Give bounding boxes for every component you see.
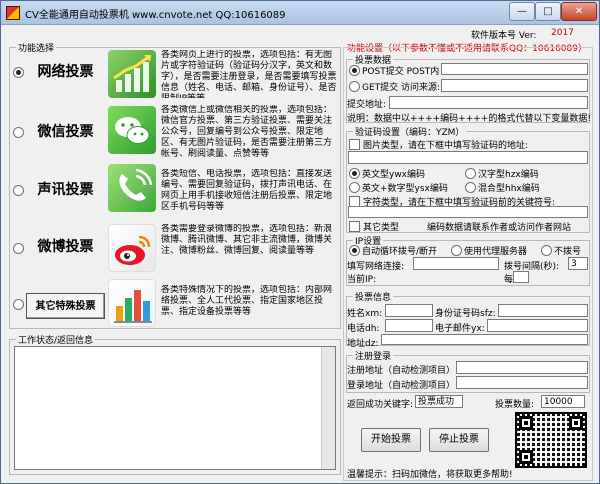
radio-web-vote[interactable] <box>13 67 24 78</box>
id-input[interactable] <box>498 304 588 317</box>
email-label: 电子邮件yx: <box>435 324 485 334</box>
vote-info-legend: 投票信息 <box>353 290 394 303</box>
register-addr-input[interactable] <box>456 361 588 374</box>
email-input[interactable] <box>487 319 588 332</box>
other-vote-button[interactable]: 其它特殊投票 <box>26 293 105 319</box>
captcha-other-checkbox[interactable] <box>349 221 360 232</box>
captcha-other-label: 其它类型 <box>363 223 400 233</box>
vote-count-label: 投票数量: <box>495 400 535 410</box>
name-input[interactable] <box>385 304 433 317</box>
register-addr-label: 注册地址（自动检测项目）: <box>347 366 459 376</box>
captcha-image-addr-input[interactable] <box>348 151 588 164</box>
network-conn-input[interactable] <box>413 257 499 270</box>
radio-weibo-vote[interactable] <box>13 243 24 254</box>
work-status-log[interactable] <box>14 346 336 470</box>
start-vote-button[interactable]: 开始投票 <box>361 428 421 452</box>
phone-label: 电话dh: <box>347 324 380 334</box>
minimize-button[interactable]: — <box>509 2 535 21</box>
radio-proxy[interactable] <box>451 245 462 256</box>
no-dial-label: 不拨号 <box>554 247 582 257</box>
radio-captcha-ysx[interactable] <box>349 182 360 193</box>
dial-interval-input[interactable]: 3 <box>568 257 588 270</box>
web-vote-desc: 各类网页上进行的投票，选项包括：有无图片或字符验证码（验证码分汉字，英文和数字）… <box>161 50 337 98</box>
app-icon <box>6 6 20 20</box>
register-legend: 注册登录 <box>353 349 394 362</box>
captcha-hzx-label: 汉字型hzx编码 <box>478 170 539 180</box>
radio-captcha-ywx[interactable] <box>349 168 360 179</box>
radio-wechat-vote[interactable] <box>13 127 24 138</box>
bar-chart-icon <box>108 279 156 327</box>
wechat-icon <box>108 106 156 154</box>
name-label: 姓名xm: <box>347 309 383 319</box>
voice-vote-label[interactable]: 声讯投票 <box>26 177 105 203</box>
proxy-label: 使用代理服务器 <box>464 247 528 257</box>
captcha-char-input[interactable] <box>348 206 588 218</box>
radio-no-dial[interactable] <box>541 245 552 256</box>
window-title: CV全能通用自动投票机 www.cnvote.net QQ:10616089 <box>25 10 286 21</box>
web-vote-label[interactable]: 网络投票 <box>26 59 105 85</box>
auto-dial-label: 自动循环拨号/断开 <box>362 247 438 257</box>
wechat-vote-desc: 各类微信上或微信相关的投票，选项包括：微信官方投票、第三方验证投票、需要关注公众… <box>161 105 333 159</box>
title-bar: CV全能通用自动投票机 www.cnvote.net QQ:10616089 —… <box>1 1 599 25</box>
captcha-hhx-label: 混合型hhx编码 <box>478 184 540 194</box>
dial-count-input[interactable] <box>513 271 529 283</box>
log-scrollbar[interactable] <box>321 347 335 469</box>
radio-get[interactable] <box>349 81 360 92</box>
chart-up-icon <box>108 50 156 98</box>
weibo-icon <box>108 224 156 272</box>
radio-post[interactable] <box>349 65 360 76</box>
version-value: 2017 <box>551 28 574 38</box>
login-addr-input[interactable] <box>456 376 588 389</box>
phone-input[interactable] <box>385 319 433 332</box>
weibo-vote-label[interactable]: 微博投票 <box>26 234 105 260</box>
weibo-vote-desc: 各类需要登录微博的投票，选项包括：新浪微博、腾讯微博、其它非主流微博，微博关注、… <box>161 224 333 256</box>
captcha-image-checkbox[interactable] <box>349 139 360 150</box>
success-keyword-input[interactable]: 投票成功 <box>415 395 463 408</box>
work-status-legend: 工作状态/返回信息 <box>16 333 96 346</box>
submit-addr-label: 提交地址: <box>347 100 387 110</box>
wechat-vote-label[interactable]: 微信投票 <box>26 119 105 145</box>
radio-captcha-hzx[interactable] <box>465 168 476 179</box>
app-window: CV全能通用自动投票机 www.cnvote.net QQ:10616089 —… <box>0 0 600 484</box>
post-content-input[interactable] <box>441 63 588 75</box>
network-conn-label: 填写网络连接: <box>347 262 405 272</box>
wechat-qr-code <box>515 412 587 468</box>
success-keyword-label: 返回成功关键字: <box>347 400 414 410</box>
captcha-legend: 验证码设置（编码：YZM） <box>353 125 467 138</box>
address-label: 地址dz: <box>347 339 379 349</box>
captcha-image-label: 图片类型，请在下框中填写验证码的地址: <box>363 141 529 151</box>
vote-data-note: 说明：数据中以++++编码++++的格式代替以下变量数据! <box>347 114 591 124</box>
maximize-button[interactable]: □ <box>535 2 561 21</box>
current-ip-label: 当前IP: <box>347 275 377 285</box>
function-select-legend: 功能选择 <box>16 41 57 54</box>
captcha-ysx-label: 英文+数字型ysx编码 <box>362 184 448 194</box>
radio-captcha-hhx[interactable] <box>465 182 476 193</box>
version-label: 软件版本号 Ver: <box>471 31 537 41</box>
voice-vote-desc: 各类短信、电话投票，选项包括：直接发送编号、需要回复验证码，拨打声讯电话、在网页… <box>161 169 333 212</box>
submit-addr-input[interactable] <box>389 96 588 109</box>
radio-other-vote[interactable] <box>13 299 24 310</box>
radio-auto-dial[interactable] <box>349 245 360 256</box>
captcha-other-note: 编码数据请联系作者或访问作者网站 <box>427 223 572 233</box>
login-addr-label: 登录地址（自动检测项目）: <box>347 381 459 391</box>
vote-count-input[interactable]: 10000 <box>541 395 585 408</box>
stop-vote-button[interactable]: 停止投票 <box>429 428 489 452</box>
referer-input[interactable] <box>441 79 588 92</box>
tip-text: 温馨提示：扫码加微信，将获取更多帮助! <box>347 470 513 480</box>
close-button[interactable]: ✕ <box>561 2 597 21</box>
other-vote-desc: 各类特殊情况下的投票，选项包括：内部网络投票、全人工代投票、指定国家地区投票、指… <box>161 285 333 317</box>
post-label: POST提交 POST内 <box>362 67 440 77</box>
phone-icon <box>108 164 156 212</box>
get-label: GET提交 访问来源: <box>362 83 441 93</box>
radio-voice-vote[interactable] <box>13 185 24 196</box>
id-label: 身份证号码sfz: <box>435 309 496 319</box>
captcha-ywx-label: 英文型ywx编码 <box>362 170 426 180</box>
address-input[interactable] <box>381 334 588 345</box>
